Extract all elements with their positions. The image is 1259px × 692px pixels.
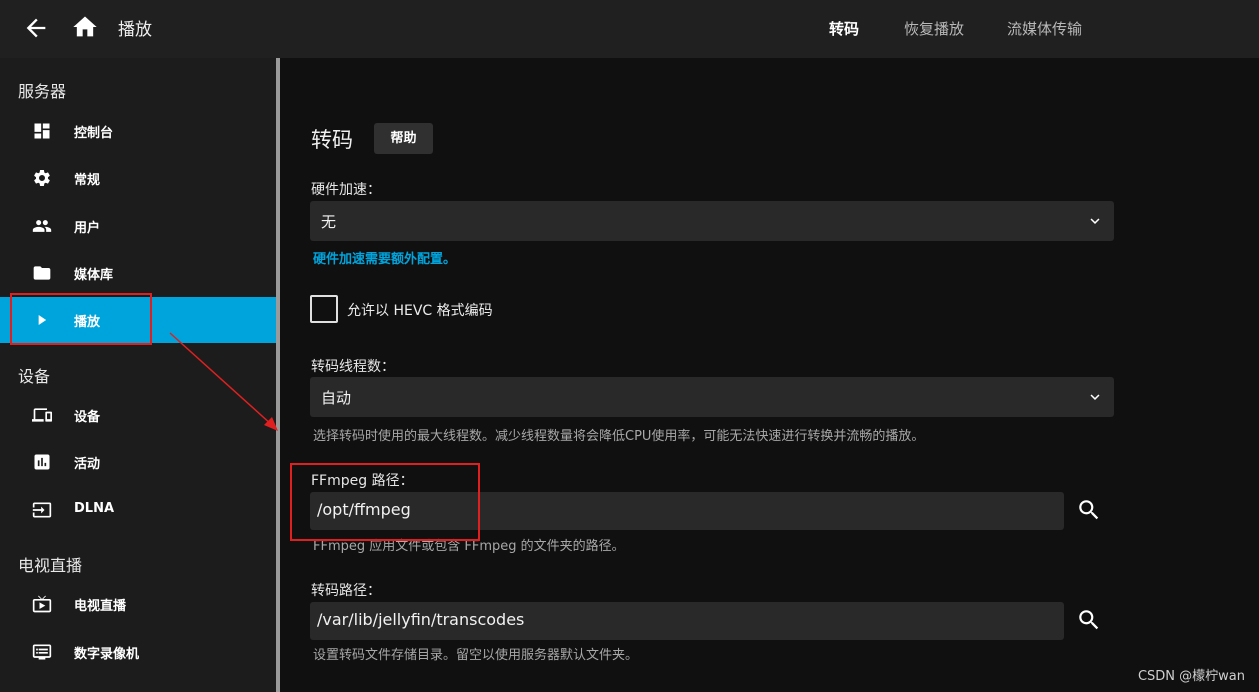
top-app-bar: 播放 转码 恢复播放 流媒体传输 [0, 0, 1259, 58]
tab-resume[interactable]: 恢复播放 [904, 18, 964, 39]
hw-accel-value: 无 [321, 213, 337, 231]
threads-label: 转码线程数： [311, 359, 395, 375]
transcode-path-input[interactable]: /var/lib/jellyfin/transcodes [310, 602, 1064, 640]
hevc-checkbox[interactable] [310, 295, 338, 323]
folder-icon [33, 266, 51, 280]
sidebar-item-activity[interactable]: 活动 [0, 439, 276, 485]
input-icon [32, 502, 52, 518]
page-title-header: 播放 [118, 20, 152, 40]
live-tv-icon [32, 595, 52, 613]
sidebar-item-label: 控制台 [74, 126, 114, 141]
threads-hint: 选择转码时使用的最大线程数。减少线程数量将会降低CPU使用率，可能无法快速进行转… [313, 429, 925, 444]
back-arrow-icon[interactable] [22, 14, 50, 42]
chevron-down-icon [1090, 218, 1100, 224]
annotation-highlight-playback [10, 293, 152, 345]
sidebar-item-label: 活动 [74, 457, 101, 472]
sidebar-item-label: 媒体库 [74, 268, 114, 283]
annotation-highlight-ffmpeg [290, 463, 480, 541]
sidebar-item-users[interactable]: 用户 [0, 203, 276, 249]
sidebar-item-dvr[interactable]: 数字录像机 [0, 629, 276, 675]
sidebar-item-label: 数字录像机 [74, 647, 140, 662]
hw-accel-help-link[interactable]: 硬件加速需要额外配置。 [313, 248, 456, 267]
search-icon[interactable] [1076, 607, 1102, 633]
page-title: 转码 [311, 128, 353, 152]
search-icon[interactable] [1076, 497, 1102, 523]
sidebar-item-label: 用户 [74, 221, 101, 236]
dashboard-icon [34, 123, 50, 139]
chevron-down-icon [1090, 394, 1100, 400]
sidebar-section-livetv: 电视直播 [18, 556, 83, 575]
watermark: CSDN @檬柠wan [1137, 669, 1245, 684]
sidebar-item-label: 设备 [74, 410, 101, 425]
sidebar-item-label: DLNA [74, 501, 115, 516]
transcode-path-hint: 设置转码文件存储目录。留空以使用服务器默认文件夹。 [313, 648, 639, 663]
gear-icon [34, 169, 50, 186]
help-button[interactable]: 帮助 [374, 123, 433, 154]
threads-value: 自动 [321, 389, 352, 407]
tab-transcoding[interactable]: 转码 [829, 18, 859, 39]
activity-chart-icon [34, 454, 50, 470]
sidebar-item-library[interactable]: 媒体库 [0, 250, 276, 296]
sidebar-item-dlna[interactable]: DLNA [0, 487, 276, 533]
hw-accel-select[interactable]: 无 [310, 201, 1114, 241]
home-icon[interactable] [71, 13, 99, 41]
users-icon [32, 220, 52, 232]
sidebar-section-server: 服务器 [18, 82, 67, 101]
threads-select[interactable]: 自动 [310, 377, 1114, 417]
devices-icon [32, 408, 52, 422]
annotation-arrow-icon [169, 332, 278, 431]
sidebar-section-devices: 设备 [18, 367, 51, 386]
sidebar-item-label: 电视直播 [74, 599, 127, 614]
tab-streaming[interactable]: 流媒体传输 [1007, 18, 1082, 39]
hw-accel-label: 硬件加速： [311, 182, 381, 198]
sidebar-item-label: 常规 [74, 173, 101, 188]
sidebar-item-general[interactable]: 常规 [0, 155, 276, 201]
hevc-checkbox-label[interactable]: 允许以 HEVC 格式编码 [347, 300, 493, 320]
sidebar-item-dashboard[interactable]: 控制台 [0, 108, 276, 154]
dvr-icon [32, 644, 52, 660]
transcode-path-label: 转码路径： [311, 583, 381, 599]
sidebar-item-livetv[interactable]: 电视直播 [0, 581, 276, 627]
